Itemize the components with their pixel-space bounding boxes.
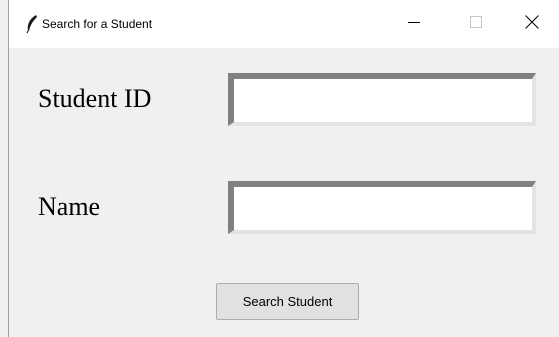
search-student-button[interactable]: Search Student xyxy=(216,283,359,320)
maximize-button[interactable] xyxy=(453,8,499,40)
student-id-label: Student ID xyxy=(38,84,152,113)
maximize-icon xyxy=(470,15,482,33)
close-icon xyxy=(525,14,539,34)
student-id-field-frame xyxy=(228,73,536,126)
minimize-button[interactable] xyxy=(391,8,437,40)
feather-icon xyxy=(25,14,39,34)
minimize-icon xyxy=(408,15,420,33)
name-field-frame xyxy=(228,181,536,234)
student-id-input[interactable] xyxy=(234,79,532,122)
search-student-window: Search for a Student Student ID Name Sea… xyxy=(8,0,559,337)
title-bar[interactable]: Search for a Student xyxy=(9,0,559,48)
name-input[interactable] xyxy=(234,187,532,230)
window-title: Search for a Student xyxy=(42,17,153,31)
name-label: Name xyxy=(38,192,101,221)
close-button[interactable] xyxy=(509,8,555,40)
